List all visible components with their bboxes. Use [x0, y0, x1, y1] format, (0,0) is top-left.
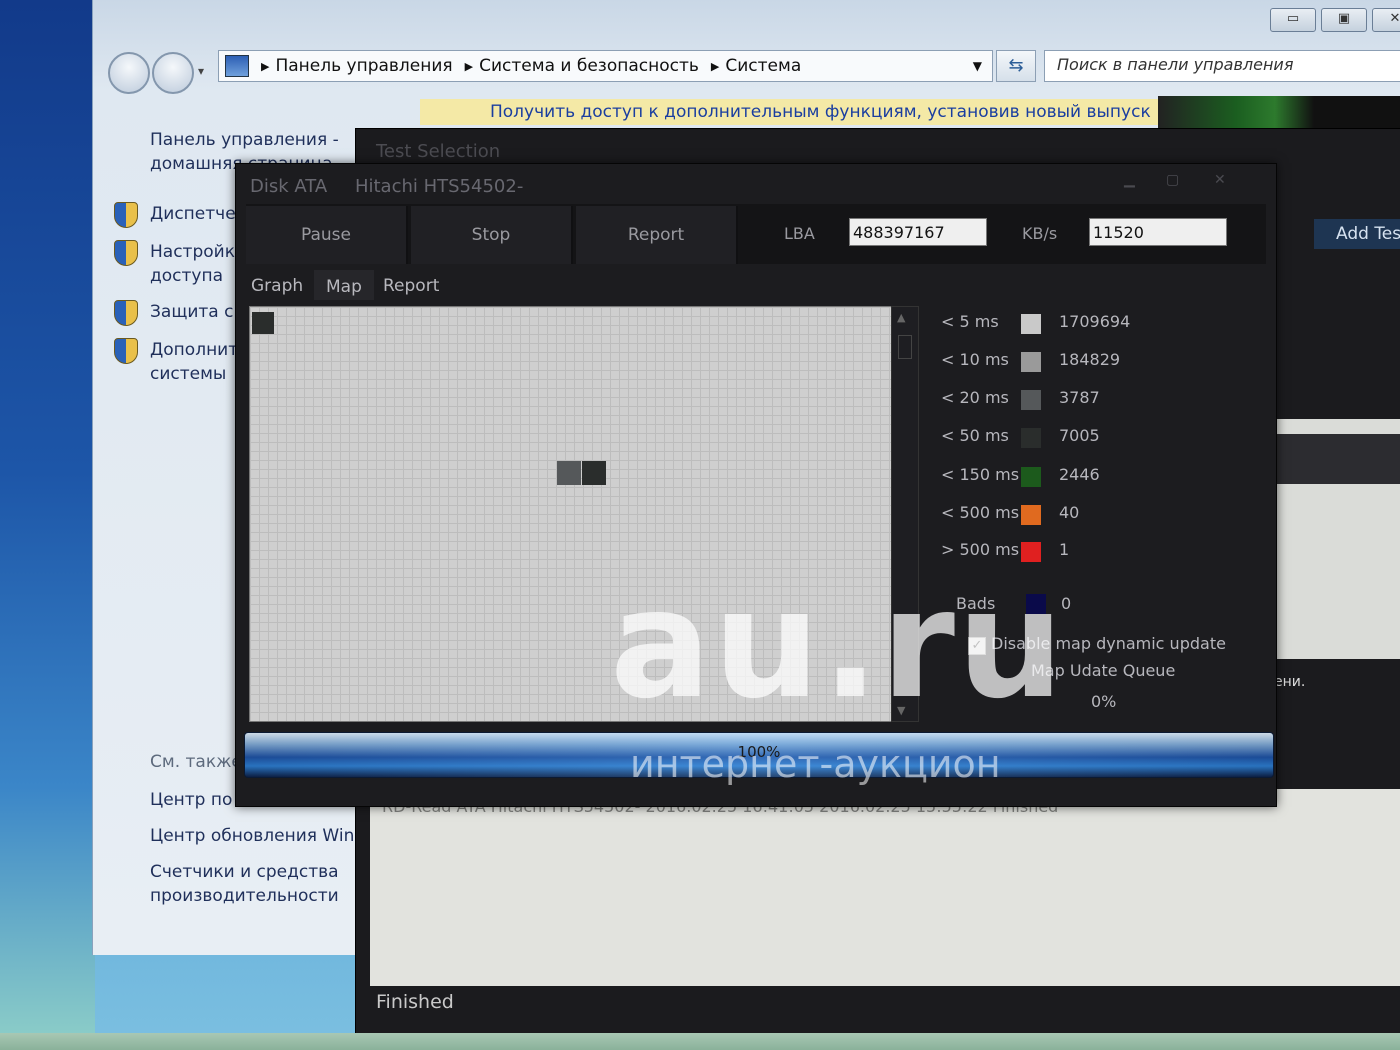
legend-label: < 10 ms: [941, 350, 1009, 369]
see-also-heading: См. также: [150, 752, 242, 772]
legend-value: 3787: [1059, 388, 1100, 407]
add-test-button[interactable]: Add Test: [1314, 219, 1400, 249]
legend-swatch: [1021, 428, 1041, 448]
address-dropdown-icon[interactable]: ▼: [973, 59, 982, 73]
kbs-label: KB/s: [1022, 224, 1058, 243]
breadcrumb-chevron-icon: ▶: [464, 59, 474, 73]
tab-map[interactable]: Map: [314, 270, 374, 300]
scroll-up-icon[interactable]: ▲: [897, 311, 905, 324]
title-disk-type: Disk ATA: [250, 176, 328, 197]
upgrade-info-bar[interactable]: Получить доступ к дополнительным функция…: [420, 99, 1160, 125]
legend-value: 7005: [1059, 426, 1100, 445]
legend-value: 1: [1059, 540, 1070, 559]
stop-button[interactable]: Stop: [411, 206, 573, 264]
map-block: [582, 461, 606, 485]
performance-link-line2: производительности: [150, 886, 339, 906]
legend-label: < 50 ms: [941, 426, 1009, 445]
legend-value: 184829: [1059, 350, 1121, 369]
toolbar: Pause Stop Report LBA 488397167 KB/s 115…: [246, 204, 1266, 264]
taskbar-edge: [0, 1033, 1400, 1050]
legend-label: < 20 ms: [941, 388, 1009, 407]
search-input[interactable]: Поиск в панели управления: [1044, 50, 1400, 82]
title-disk-model: Hitachi HTS54502-: [354, 176, 524, 197]
breadcrumb-control-panel[interactable]: Панель управления: [275, 56, 452, 76]
lba-label: LBA: [784, 224, 815, 243]
history-chevron-icon[interactable]: ▾: [198, 64, 204, 78]
maximize-icon[interactable]: ▢: [1166, 172, 1179, 188]
legend-swatch: [1021, 390, 1041, 410]
left-item-advanced-settings[interactable]: Дополнит системы: [114, 338, 239, 386]
legend-value: 40: [1059, 503, 1080, 522]
see-also-link-windows-update[interactable]: Центр обновления Win: [150, 824, 354, 848]
lba-field: 488397167: [849, 218, 987, 246]
left-item-remote-access[interactable]: Настройк доступа: [114, 240, 235, 288]
minimize-icon[interactable]: ▁: [1124, 172, 1135, 188]
minimize-button[interactable]: ▭: [1270, 8, 1316, 32]
breadcrumb-chevron-icon: ▶: [261, 59, 270, 73]
side-panel-text: ени.: [1274, 674, 1306, 690]
legend-swatch: [1021, 505, 1041, 525]
close-button[interactable]: ✕: [1372, 8, 1400, 32]
address-bar[interactable]: ▶ Панель управления ▶ Система и безопасн…: [218, 50, 993, 82]
legend-label: < 500 ms: [941, 503, 1020, 522]
left-item-label: Настройк: [150, 242, 235, 262]
legend-label: > 500 ms: [941, 540, 1020, 559]
left-item-label: Диспетче: [150, 204, 236, 224]
left-item-device-manager[interactable]: Диспетче: [114, 202, 236, 228]
watermark-subtitle: интернет-аукцион: [630, 742, 1001, 786]
map-block: [252, 312, 274, 334]
close-icon[interactable]: ✕: [1214, 172, 1226, 188]
legend-swatch: [1021, 352, 1041, 372]
left-item-label: доступа: [150, 266, 223, 286]
pause-button[interactable]: Pause: [246, 206, 408, 264]
side-panel-header: [1274, 434, 1400, 484]
see-also-link-action-center[interactable]: Центр по: [150, 788, 232, 812]
legend-label: < 5 ms: [941, 312, 999, 331]
left-item-label: Защита с: [150, 302, 234, 322]
legend-swatch: [1021, 314, 1041, 334]
tab-report[interactable]: Report: [383, 276, 439, 296]
left-item-label: системы: [150, 364, 227, 384]
legend-swatch: [1021, 467, 1041, 487]
shield-icon: [114, 202, 138, 228]
breadcrumb-system-security[interactable]: Система и безопасность: [479, 56, 699, 76]
see-also-link-performance[interactable]: Счетчики и средства производительности: [150, 860, 339, 908]
control-panel-icon: [225, 55, 249, 77]
breadcrumb-chevron-icon: ▶: [710, 59, 720, 73]
home-link-line1: Панель управления -: [150, 130, 339, 150]
forward-button[interactable]: [152, 52, 194, 94]
scroll-thumb[interactable]: [898, 335, 912, 359]
refresh-icon[interactable]: ⇆: [996, 50, 1036, 82]
legend-label: < 150 ms: [941, 465, 1020, 484]
shield-icon: [114, 300, 138, 326]
window-title: Test Selection: [376, 141, 501, 162]
performance-link-line1: Счетчики и средства: [150, 862, 339, 882]
tab-graph[interactable]: Graph: [251, 276, 303, 296]
watermark-logo: au.ru: [610, 558, 1066, 732]
map-queue-percent: 0%: [1091, 692, 1117, 711]
left-item-label: Дополнит: [150, 340, 239, 360]
shield-icon: [114, 338, 138, 364]
kbs-field: 11520: [1089, 218, 1227, 246]
breadcrumb-system[interactable]: Система: [725, 56, 801, 76]
left-item-system-protection[interactable]: Защита с: [114, 300, 234, 326]
test-list[interactable]: RD-Read ATA Hitachi HTS54502- 2016.02.25…: [370, 789, 1400, 986]
report-button[interactable]: Report: [576, 206, 738, 264]
map-block: [557, 461, 581, 485]
legend-value: 1709694: [1059, 312, 1131, 331]
shield-icon: [114, 240, 138, 266]
legend-value: 2446: [1059, 465, 1100, 484]
window-title: Disk ATA Hitachi HTS54502-: [250, 176, 545, 197]
desktop-background: [0, 0, 95, 1050]
status-text: Finished: [376, 991, 454, 1013]
maximize-button[interactable]: ▣: [1321, 8, 1367, 32]
back-button[interactable]: [108, 52, 150, 94]
